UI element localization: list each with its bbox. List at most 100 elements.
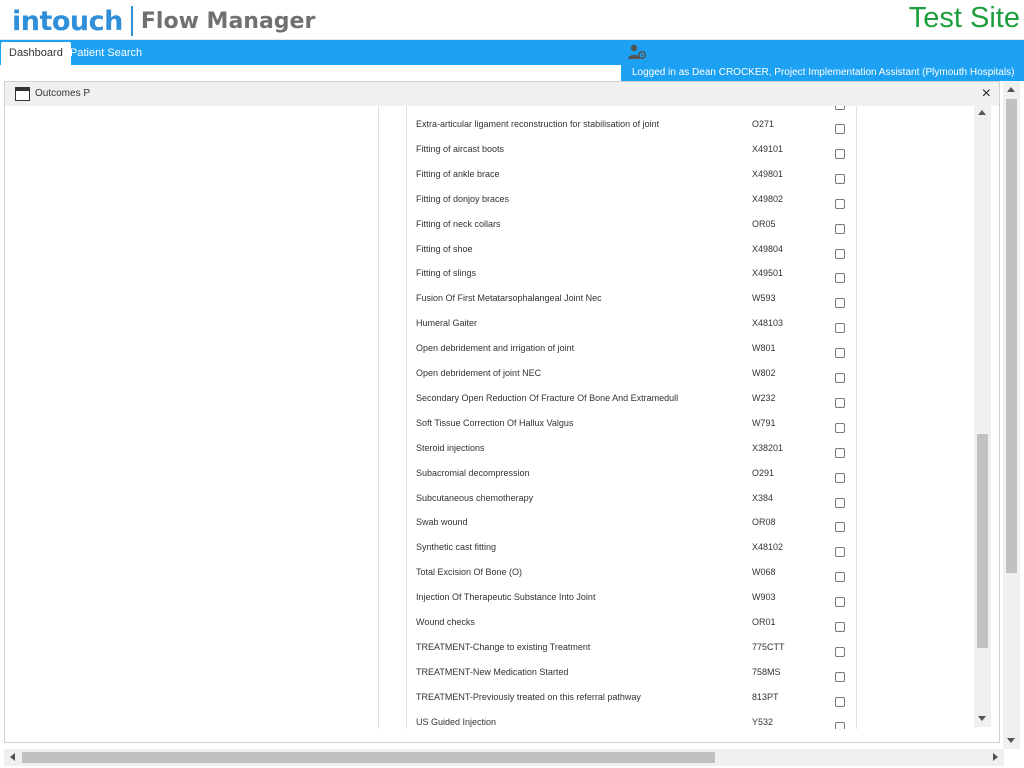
outcome-code: O271	[752, 119, 775, 129]
outcome-code: X48102	[752, 542, 784, 553]
list-item[interactable]: Total Excision Of Bone (O) W068	[407, 565, 856, 590]
outcome-checkbox[interactable]	[835, 223, 845, 234]
page-vertical-scrollbar[interactable]	[1003, 81, 1020, 749]
list-item[interactable]: Fusion Of First Metatarsophalangeal Join…	[407, 291, 856, 316]
outcome-code: Y532	[752, 716, 774, 727]
list-item[interactable]: Fitting of aircast boots X49101	[407, 142, 856, 167]
list-item[interactable]: Extra-articular ligament reconstruction …	[407, 117, 856, 142]
list-item[interactable]: Open debridement of joint NEC W802	[407, 366, 856, 391]
dialog-titlebar[interactable]: Outcomes P ×	[5, 82, 999, 106]
list-item[interactable]: Fitting of ankle brace X49801	[407, 167, 856, 192]
outcome-code: X49801	[752, 168, 784, 179]
tab-dashboard[interactable]: Dashboard	[1, 42, 71, 65]
outcome-checkbox[interactable]	[835, 447, 845, 458]
list-item[interactable]: Fitting of neck collars OR05	[407, 217, 856, 242]
site-label: Test Site	[908, 2, 1020, 34]
close-button[interactable]: ×	[982, 86, 991, 102]
outcome-checkbox[interactable]	[835, 622, 845, 632]
page-vscroll-thumb[interactable]	[1006, 99, 1017, 573]
scroll-right-arrow-icon[interactable]	[993, 753, 998, 761]
outcome-name: Wound checks	[416, 617, 475, 627]
list-item[interactable]: Wound checks OR01	[407, 615, 856, 640]
scroll-down-arrow-icon[interactable]	[978, 716, 986, 721]
outcome-name: Open debridement of joint NEC	[416, 368, 542, 378]
page-hscroll-thumb[interactable]	[22, 752, 715, 763]
outcome-checkbox[interactable]	[835, 173, 845, 184]
list-item[interactable]: Synthetic cast fitting X48102	[407, 540, 856, 565]
user-settings-icon[interactable]	[627, 44, 647, 60]
list-item[interactable]: Secondary Open Reduction Of Fracture Of …	[407, 391, 856, 416]
outcome-checkbox[interactable]	[835, 373, 845, 383]
tab-patient-search[interactable]: Patient Search	[62, 42, 150, 65]
list-item[interactable]: US Guided Injection Y532	[407, 715, 856, 729]
outcome-code: W068	[752, 567, 776, 578]
outcome-checkbox[interactable]	[835, 148, 845, 159]
list-item[interactable]: TREATMENT-Change to existing Treatment 77…	[407, 640, 856, 665]
list-item[interactable]: Soft Tissue Correction Of Hallux Valgus W…	[407, 416, 856, 441]
list-item[interactable]: Subcutaneous chemotherapy X384	[407, 491, 856, 516]
outcome-name: Fitting of slings	[416, 268, 477, 279]
list-item[interactable]: TREATMENT-New Medication Started 758MS	[407, 665, 856, 690]
outcome-checkbox[interactable]	[835, 671, 845, 682]
outcome-code: 775CTT	[752, 641, 785, 652]
outcome-name: Subcutaneous chemotherapy	[416, 492, 534, 503]
list-item[interactable]: Fitting of donjoy braces X49802	[407, 192, 856, 217]
outcome-code: OR05	[752, 218, 776, 229]
outcome-checkbox[interactable]	[835, 298, 845, 309]
outcome-checkbox[interactable]	[835, 323, 845, 334]
outcome-checkbox[interactable]	[835, 397, 845, 408]
header: intouch Flow Manager Test Site	[0, 0, 1024, 40]
outcome-code: W791	[752, 417, 776, 428]
list-item[interactable]: Injection Of Therapeutic Substance Into …	[407, 590, 856, 615]
outcome-name: Extra-articular ligament reconstruction …	[416, 119, 660, 129]
list-item[interactable]: Subacromial decompression O291	[407, 466, 856, 491]
outcome-code: W801	[752, 343, 776, 354]
outcome-code: W593	[752, 293, 776, 304]
outcome-checkbox[interactable]	[835, 572, 845, 583]
outcome-code: X49501	[752, 268, 784, 279]
outcome-code: 813PT	[752, 691, 779, 702]
list-vertical-scrollbar[interactable]	[974, 104, 991, 727]
list-item[interactable]: Swab wound OR08	[407, 515, 856, 540]
list-item[interactable]: Humeral Gaiter X48103	[407, 316, 856, 341]
outcome-checkbox[interactable]	[835, 348, 845, 359]
list-item[interactable]: Fitting of slings X49501	[407, 266, 856, 291]
outcome-name: Fitting of donjoy braces	[416, 193, 510, 204]
outcome-code: OR08	[752, 517, 776, 528]
list-scroll-thumb[interactable]	[977, 434, 988, 648]
logo: intouch Flow Manager	[12, 5, 315, 37]
outcome-checkbox[interactable]	[835, 646, 845, 657]
outcome-checkbox[interactable]	[835, 547, 845, 558]
outcome-code: 758MS	[752, 666, 781, 677]
outcome-checkbox[interactable]	[835, 422, 845, 433]
outcome-checkbox[interactable]	[835, 522, 845, 533]
outcome-checkbox[interactable]	[835, 497, 845, 508]
outcome-code: X49101	[752, 143, 784, 154]
scroll-up-arrow-icon[interactable]	[978, 110, 986, 115]
page-horizontal-scrollbar[interactable]	[4, 749, 1004, 766]
outcomes-list: Extra-articular ligament reconstruction …	[406, 106, 857, 729]
scroll-left-arrow-icon[interactable]	[10, 753, 15, 761]
app-window: intouch Flow Manager Test Site Dashboard…	[0, 0, 1024, 768]
page-scroll-up-arrow-icon[interactable]	[1007, 87, 1015, 92]
outcome-checkbox[interactable]	[835, 696, 845, 707]
outcome-name: Steroid injections	[416, 442, 485, 453]
outcome-checkbox[interactable]	[835, 721, 845, 729]
outcome-checkbox[interactable]	[835, 472, 845, 483]
page-scroll-down-arrow-icon[interactable]	[1007, 738, 1015, 743]
outcome-checkbox[interactable]	[835, 198, 845, 209]
outcome-checkbox[interactable]	[835, 124, 845, 134]
outcome-name: Fitting of shoe	[416, 243, 473, 254]
outcome-code: X38201	[752, 442, 784, 453]
list-item[interactable]: Open debridement and irrigation of joint…	[407, 341, 856, 366]
outcome-checkbox[interactable]	[835, 597, 845, 608]
logo-divider	[130, 6, 133, 36]
checkbox-partial[interactable]	[835, 106, 845, 110]
outcome-name: Soft Tissue Correction Of Hallux Valgus	[416, 417, 574, 428]
outcome-name: TREATMENT-Previously treated on this ref…	[416, 691, 641, 702]
outcome-checkbox[interactable]	[835, 248, 845, 259]
list-item[interactable]: Steroid injections X38201	[407, 441, 856, 466]
list-item[interactable]: TREATMENT-Previously treated on this ref…	[407, 690, 856, 715]
outcome-checkbox[interactable]	[835, 273, 845, 284]
list-item[interactable]: Fitting of shoe X49804	[407, 242, 856, 267]
